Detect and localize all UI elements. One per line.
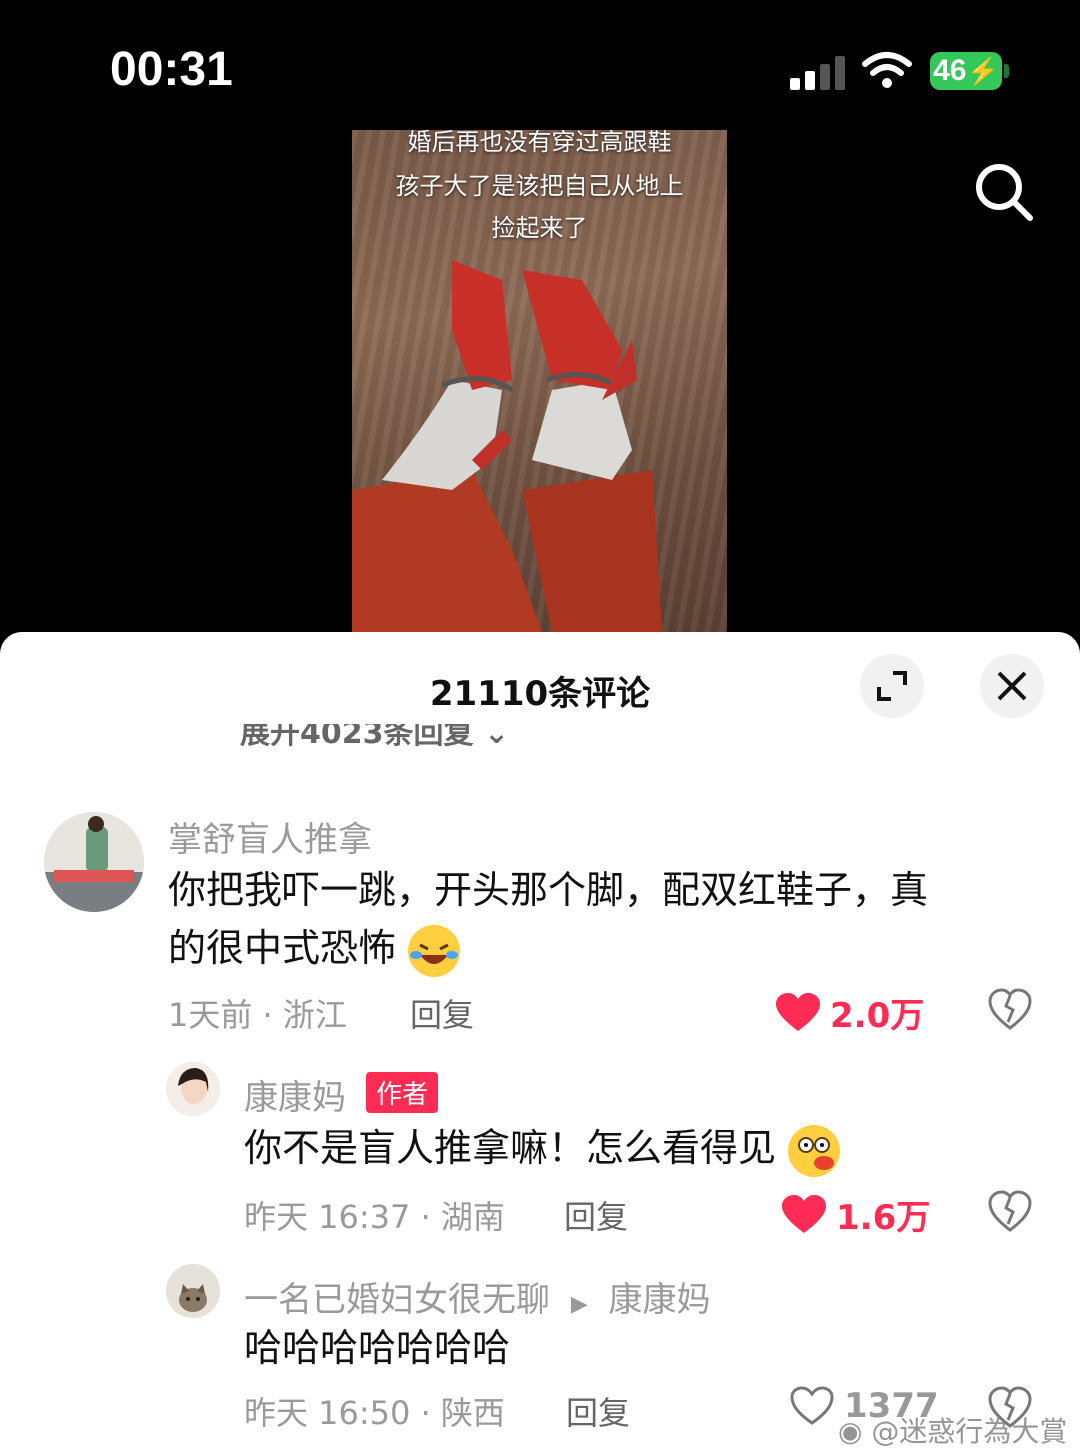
video-caption-line-3: 捡起来了 (491, 214, 588, 242)
comment-text-line-2-wrap: 的很中式恐怖 (168, 920, 461, 977)
status-time: 00:31 (110, 43, 233, 96)
heart-outline-icon (790, 1386, 834, 1425)
avatar-image (166, 1062, 220, 1116)
dislike-broken-heart-icon[interactable] (988, 1190, 1032, 1234)
rofl-emoji-icon (408, 924, 461, 977)
comment-text: 你不是盲人推拿嘛！怎么看得见 (244, 1126, 777, 1170)
video-player[interactable]: 婚后再也没有穿过高跟鞋 孩子大了是该把自己从地上 捡起来了 (352, 130, 727, 632)
comment-text: 哈哈哈哈哈哈哈 (244, 1326, 511, 1370)
comment-meta: 昨天 16:50 · 陕西 (244, 1394, 505, 1432)
comment-meta: 1天前 · 浙江 (168, 996, 347, 1034)
wifi-icon (862, 52, 912, 88)
author-badge: 作者 (366, 1072, 439, 1113)
avatar-image (166, 1264, 220, 1318)
watermark-text: @迷惑行為大賞 (871, 1415, 1068, 1448)
reply-arrow-icon: ▶ (570, 1292, 588, 1317)
reply-button[interactable]: 回复 (564, 1192, 628, 1238)
reply-thread: 一名已婚妇女很无聊 ▶ 康康妈 (244, 1272, 711, 1321)
video-frame-feet-red-heels (352, 260, 662, 632)
avatar[interactable] (166, 1062, 220, 1116)
expand-sheet-button[interactable] (860, 654, 924, 718)
avatar[interactable] (166, 1264, 220, 1318)
avatar-image (44, 812, 144, 912)
like-count: 2.0万 (830, 996, 925, 1036)
comment-author[interactable]: 一名已婚妇女很无聊 (244, 1280, 550, 1320)
comment-meta: 昨天 16:37 · 湖南 (244, 1198, 505, 1236)
like-count: 1.6万 (836, 1198, 931, 1238)
heart-filled-icon (782, 1194, 826, 1233)
expand-replies-label: 展开4023条回复 (240, 724, 474, 751)
comments-sheet: 21110条评论 展开4023条回复 ⌄ 掌舒盲人推拿 你把我吓一跳，开头那个脚… (0, 632, 1080, 1453)
close-sheet-button[interactable] (980, 654, 1044, 718)
reply-button[interactable]: 回复 (410, 990, 474, 1036)
close-icon (997, 671, 1027, 701)
reply-target[interactable]: 康康妈 (609, 1280, 711, 1320)
battery-tip (1004, 64, 1009, 78)
chevron-down-icon: ⌄ (483, 724, 510, 751)
comment-text-wrap: 你不是盲人推拿嘛！怎么看得见 (244, 1120, 841, 1177)
battery-level: 46 (933, 54, 967, 87)
search-icon[interactable] (972, 160, 1036, 224)
watermark: ◉ @迷惑行為大賞 (838, 1410, 1067, 1450)
battery-indicator: 46 ⚡ (930, 52, 1002, 90)
expand-icon (877, 671, 907, 701)
comment-author[interactable]: 康康妈 (244, 1070, 346, 1119)
video-caption-line-1: 婚后再也没有穿过高跟鞋 (407, 130, 672, 156)
cellular-signal-icon (790, 56, 845, 90)
weibo-logo-icon: ◉ (838, 1415, 863, 1448)
heart-filled-icon (776, 992, 820, 1031)
dislike-broken-heart-icon[interactable] (988, 988, 1032, 1032)
charging-bolt-icon: ⚡ (966, 55, 999, 86)
like-button[interactable]: 2.0万 (776, 988, 924, 1037)
video-caption-line-2: 孩子大了是该把自己从地上 (395, 172, 684, 200)
avatar[interactable] (44, 812, 144, 912)
expand-replies-button[interactable]: 展开4023条回复 ⌄ (240, 724, 509, 754)
comment-text-line-1: 你把我吓一跳，开头那个脚，配双红鞋子，真 (168, 868, 929, 912)
comment-author[interactable]: 掌舒盲人推拿 (168, 812, 372, 861)
reply-button[interactable]: 回复 (566, 1388, 630, 1434)
shocked-emoji-icon (788, 1124, 841, 1177)
status-bar: 00:31 46 ⚡ (0, 0, 1080, 130)
like-button[interactable]: 1.6万 (782, 1190, 930, 1239)
comment-text-line-2: 的很中式恐怖 (168, 926, 397, 970)
